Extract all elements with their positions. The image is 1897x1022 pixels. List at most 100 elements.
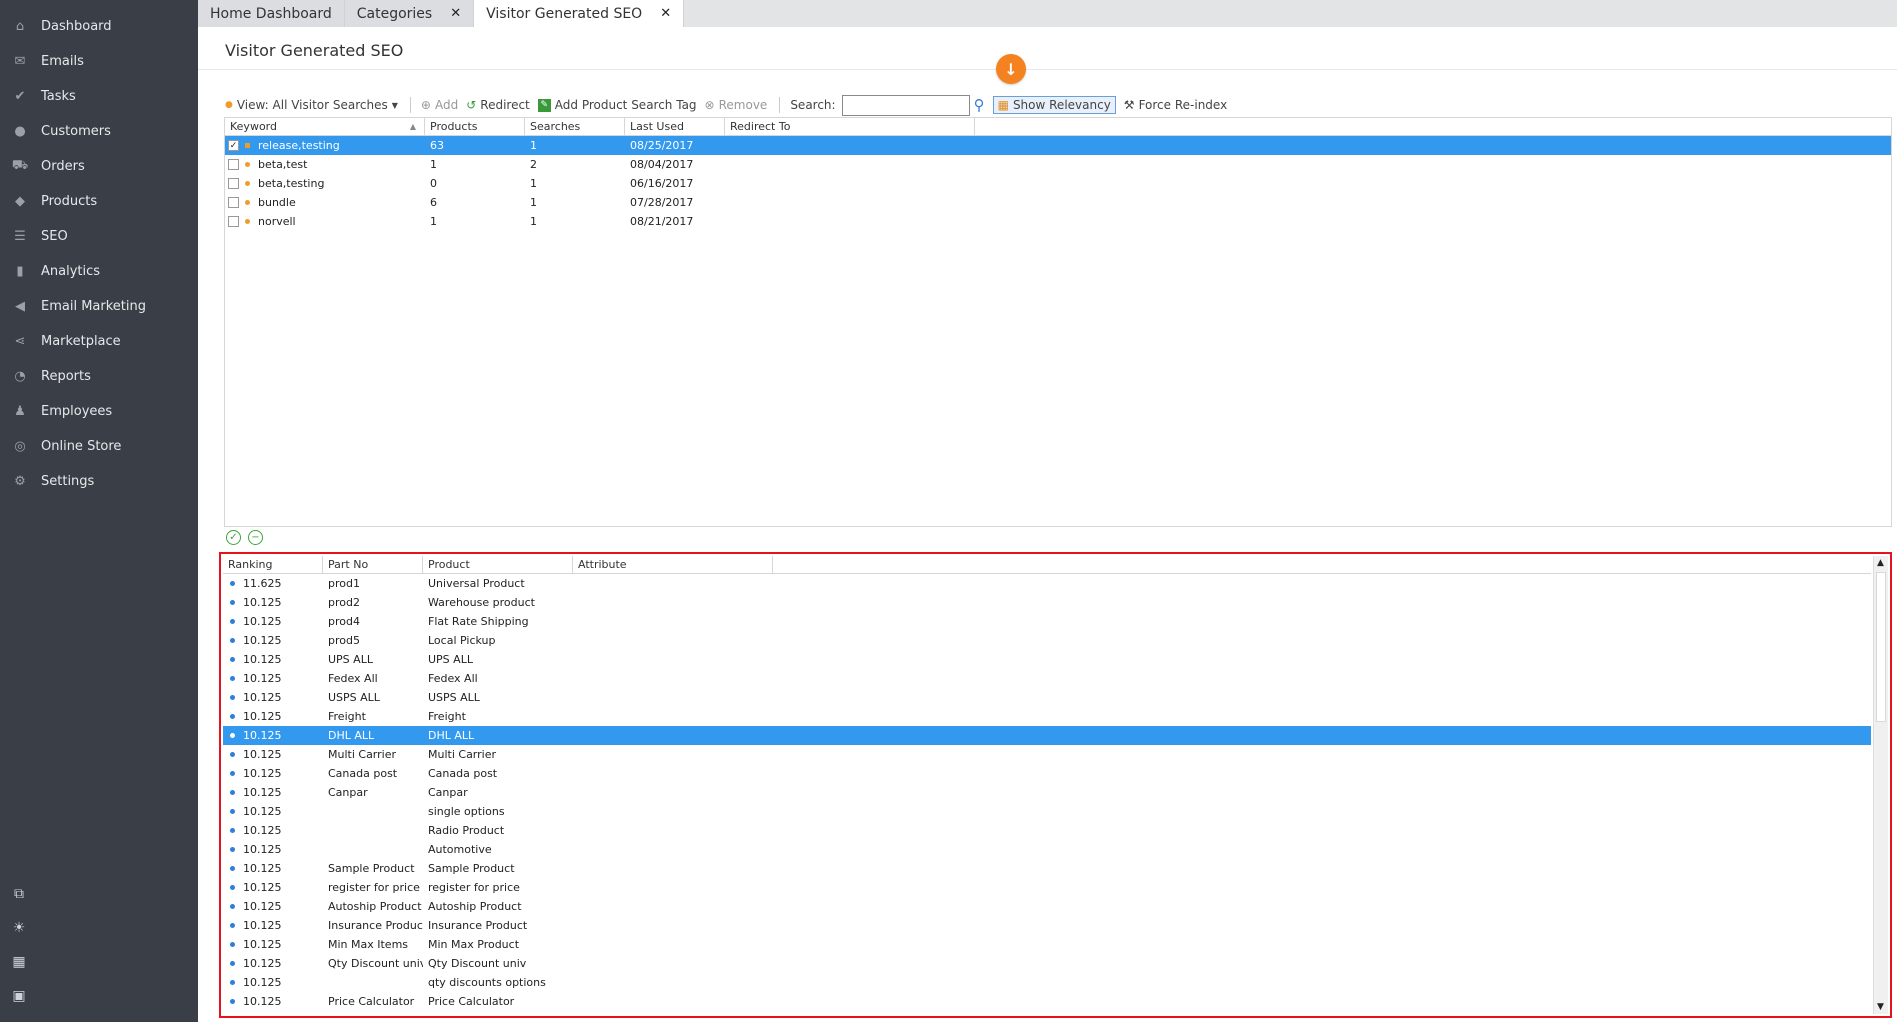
close-icon[interactable]: ✕: [450, 6, 461, 21]
sliders-icon: ☰: [14, 229, 26, 244]
table-row[interactable]: bundle 6 1 07/28/2017: [225, 193, 1891, 212]
table-row[interactable]: 10.125 single options: [223, 802, 1871, 821]
redirect-button[interactable]: ↺ Redirect: [466, 98, 530, 112]
table-row[interactable]: 10.125 Multi Carrier Multi Carrier: [223, 745, 1871, 764]
table-row[interactable]: 10.125 register for price register for pri…: [223, 878, 1871, 897]
sidebar-item-reports[interactable]: ◔ Reports: [0, 359, 198, 394]
vertical-scrollbar[interactable]: ▲ ▼: [1873, 556, 1888, 1014]
table-row[interactable]: 10.125 Sample Product Sample Product: [223, 859, 1871, 878]
cell-keyword: beta,testing: [225, 177, 425, 190]
table-row[interactable]: 10.125 Qty Discount univ Qty Discount univ: [223, 954, 1871, 973]
sidebar-item-products[interactable]: ◆ Products: [0, 184, 198, 219]
row-checkbox[interactable]: [228, 178, 239, 189]
column-header-product[interactable]: Product: [423, 556, 573, 573]
row-checkbox[interactable]: [228, 197, 239, 208]
show-relevancy-button[interactable]: ▦ Show Relevancy: [992, 96, 1116, 114]
sidebar-item-analytics[interactable]: ▮ Analytics: [0, 254, 198, 289]
dot-icon: ●: [225, 100, 233, 110]
sidebar-item-tasks[interactable]: ✔ Tasks: [0, 79, 198, 114]
sidebar-item-seo[interactable]: ☰ SEO: [0, 219, 198, 254]
row-checkbox[interactable]: ✓: [228, 140, 239, 151]
row-checkbox[interactable]: [228, 159, 239, 170]
table-row[interactable]: 10.125 prod2 Warehouse product: [223, 593, 1871, 612]
calendar-icon[interactable]: ▣: [10, 987, 28, 1005]
bullet-icon: [230, 790, 235, 795]
scrollbar-thumb[interactable]: [1876, 572, 1886, 722]
cell-product: UPS ALL: [428, 653, 473, 666]
sidebar: ⌂ Dashboard ✉ Emails ✔ Tasks ● Customers ⛟ Orders…: [0, 0, 198, 1022]
table-row[interactable]: 10.125 Fedex All Fedex All: [223, 669, 1871, 688]
table-row[interactable]: 10.125 USPS ALL USPS ALL: [223, 688, 1871, 707]
table-row[interactable]: beta,testing 0 1 06/16/2017: [225, 174, 1891, 193]
column-header-last-used[interactable]: Last Used: [625, 118, 725, 135]
table-row[interactable]: 10.125 Freight Freight: [223, 707, 1871, 726]
column-header-keyword[interactable]: Keyword ▲: [225, 118, 425, 135]
sidebar-item-online-store[interactable]: ◎ Online Store: [0, 429, 198, 464]
table-row[interactable]: 10.125 UPS ALL UPS ALL: [223, 650, 1871, 669]
scroll-down-icon[interactable]: ▼: [1877, 1002, 1884, 1012]
cell-products: 6: [430, 196, 437, 209]
table-row[interactable]: 10.125 Min Max Items Min Max Product: [223, 935, 1871, 954]
force-reindex-button[interactable]: ⚒ Force Re-index: [1124, 98, 1227, 112]
sidebar-item-customers[interactable]: ● Customers: [0, 114, 198, 149]
table-row[interactable]: beta,test 1 2 08/04/2017: [225, 155, 1891, 174]
cell-ranking: 10.125: [223, 900, 323, 913]
table-row[interactable]: 10.125 Autoship Product Autoship Product: [223, 897, 1871, 916]
ranking-text: 10.125: [243, 710, 282, 723]
cell-part: USPS ALL: [328, 691, 380, 704]
table-row[interactable]: ✓ release,testing 63 1 08/25/2017: [225, 136, 1891, 155]
sidebar-item-marketplace[interactable]: ⋖ Marketplace: [0, 324, 198, 359]
edit-icon: ✎: [537, 98, 551, 112]
table-row[interactable]: 10.125 Price Calculator Price Calculator: [223, 992, 1871, 1011]
sidebar-item-dashboard[interactable]: ⌂ Dashboard: [0, 9, 198, 44]
add-button[interactable]: ⊕ Add: [421, 98, 458, 112]
sidebar-item-label: Dashboard: [41, 19, 112, 34]
scroll-up-icon[interactable]: ▲: [1877, 558, 1884, 568]
cell-part: DHL ALL: [328, 729, 375, 742]
check-circle-icon[interactable]: ✓: [226, 530, 241, 545]
search-input[interactable]: [841, 94, 970, 116]
table-row[interactable]: 10.125 Canada post Canada post: [223, 764, 1871, 783]
table-row[interactable]: 10.125 qty discounts options: [223, 973, 1871, 992]
table-row[interactable]: norvell 1 1 08/21/2017: [225, 212, 1891, 231]
table-row[interactable]: 10.125 prod5 Local Pickup: [223, 631, 1871, 650]
column-header-attribute[interactable]: Attribute: [573, 556, 773, 573]
sidebar-item-email-marketing[interactable]: ◀ Email Marketing: [0, 289, 198, 324]
sidebar-item-emails[interactable]: ✉ Emails: [0, 44, 198, 79]
lightbulb-icon[interactable]: ☀: [10, 919, 28, 937]
sidebar-item-employees[interactable]: ♟ Employees: [0, 394, 198, 429]
minus-circle-icon[interactable]: −: [248, 530, 263, 545]
cell-products: 63: [430, 139, 444, 152]
sidebar-item-settings[interactable]: ⚙ Settings: [0, 464, 198, 499]
grid-icon[interactable]: ▦: [10, 953, 28, 971]
table-row[interactable]: 11.625 prod1 Universal Product: [223, 574, 1871, 593]
row-checkbox[interactable]: [228, 216, 239, 227]
column-header-searches[interactable]: Searches: [525, 118, 625, 135]
grid-body: ✓ release,testing 63 1 08/25/2017 beta,test 1 2…: [225, 136, 1891, 231]
close-icon[interactable]: ✕: [660, 6, 671, 21]
cell-ranking: 10.125: [223, 938, 323, 951]
view-dropdown[interactable]: ● View: All Visitor Searches ▼: [225, 98, 398, 112]
bullet-icon: [230, 904, 235, 909]
column-header-ranking[interactable]: Ranking: [223, 556, 323, 573]
search-icon[interactable]: ⚲: [974, 96, 985, 114]
sidebar-item-orders[interactable]: ⛟ Orders: [0, 149, 198, 184]
tab-categories[interactable]: Categories ✕: [344, 0, 475, 27]
table-row[interactable]: 10.125 Insurance Product Insurance Product: [223, 916, 1871, 935]
column-header-part-no[interactable]: Part No: [323, 556, 423, 573]
table-row[interactable]: 10.125 Canpar Canpar: [223, 783, 1871, 802]
table-row[interactable]: 10.125 DHL ALL DHL ALL: [223, 726, 1871, 745]
tab-home-dashboard[interactable]: Home Dashboard: [198, 0, 345, 27]
ranking-text: 10.125: [243, 691, 282, 704]
windows-icon[interactable]: ⧉: [10, 885, 28, 903]
table-row[interactable]: 10.125 Automotive: [223, 840, 1871, 859]
collapse-toggle-button[interactable]: ↓: [996, 54, 1026, 84]
column-header-products[interactable]: Products: [425, 118, 525, 135]
add-product-search-tag-button[interactable]: ✎ Add Product Search Tag: [537, 98, 697, 112]
tab-visitor-generated-seo[interactable]: Visitor Generated SEO ✕: [474, 0, 685, 27]
column-header-redirect-to[interactable]: Redirect To: [725, 118, 975, 135]
table-row[interactable]: 10.125 Radio Product: [223, 821, 1871, 840]
table-row[interactable]: 10.125 prod4 Flat Rate Shipping: [223, 612, 1871, 631]
remove-button[interactable]: ⊗ Remove: [705, 98, 768, 112]
sidebar-item-label: Emails: [41, 54, 84, 69]
